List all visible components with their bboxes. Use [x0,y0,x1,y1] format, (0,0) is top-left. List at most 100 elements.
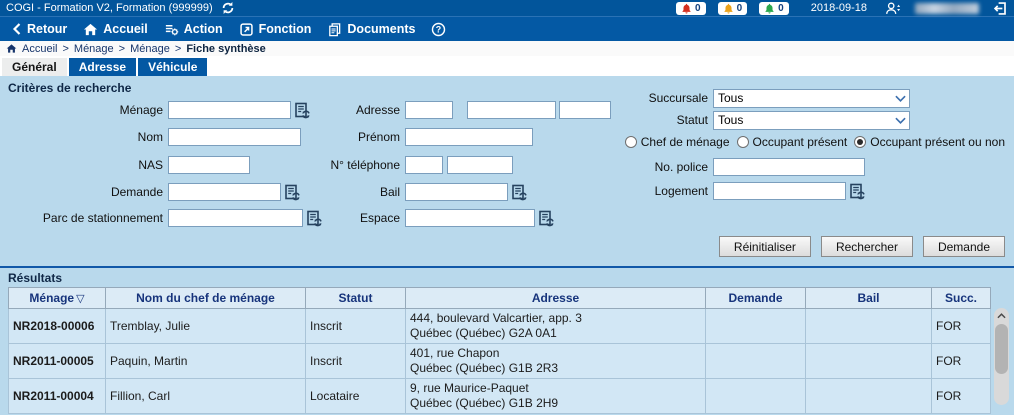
adresse-cell: 9, rue Maurice-Paquet Québec (Québec) G1… [406,379,706,414]
radio-circle [737,136,749,148]
refresh-icon[interactable] [221,1,235,15]
results-area: Ménage▽ Nom du chef de ménage Statut Adr… [0,285,1014,414]
radio-circle [625,136,637,148]
prenom-label: Prénom [250,130,400,144]
adresse-no-input[interactable] [405,101,453,119]
logout-icon[interactable] [993,1,1008,16]
username-redacted [915,3,979,14]
radio-occupant-present-ou-non[interactable]: Occupant présent ou non [854,135,1005,149]
breadcrumb: Accueil > Ménage > Ménage > Fiche synthè… [0,41,1014,56]
col-header-adresse[interactable]: Adresse [406,288,706,309]
demande-cell [706,309,806,344]
nav-action[interactable]: Action [156,22,231,37]
scroll-up-icon[interactable] [994,308,1009,324]
reset-button[interactable]: Réinitialiser [719,236,811,257]
statut-cell: Inscrit [306,344,406,379]
table-row[interactable]: NR2011-00005 Paquin, Martin Inscrit 401,… [9,344,991,379]
succ-cell: FOR [932,344,991,379]
radio-chef-de-menage[interactable]: Chef de ménage [625,135,730,149]
breadcrumb-separator: > [62,43,68,55]
menage-link[interactable]: NR2011-00004 [9,379,106,414]
chevron-down-icon [895,117,906,124]
nas-input[interactable] [168,156,250,174]
nav-retour[interactable]: Retour [4,22,75,36]
nas-label: NAS [8,158,163,172]
tab-general[interactable]: Général [2,58,67,76]
alert-badge-yellow[interactable]: 0 [718,2,748,15]
adresse-rue-input[interactable] [467,101,556,119]
col-header-statut[interactable]: Statut [306,288,406,309]
logement-input[interactable] [713,182,846,200]
vertical-scrollbar[interactable] [994,308,1009,405]
breadcrumb-current: Fiche synthèse [186,43,265,55]
current-date: 2018-09-18 [811,2,867,14]
statut-label: Statut [550,113,708,127]
logement-label: Logement [550,184,708,198]
succursale-value: Tous [718,91,743,105]
tab-adresse[interactable]: Adresse [69,58,136,76]
menage-label: Ménage [8,103,163,117]
parc-label: Parc de stationnement [8,211,163,225]
results-table: Ménage▽ Nom du chef de ménage Statut Adr… [8,287,991,414]
alert-count-red: 0 [695,3,701,14]
nav-help[interactable]: ? [423,22,454,37]
succursale-select[interactable]: Tous [713,89,910,108]
results-header-row: Ménage▽ Nom du chef de ménage Statut Adr… [9,288,991,309]
espace-lookup-icon[interactable] [538,210,555,227]
documents-icon [327,22,342,37]
police-label: No. police [550,160,708,174]
table-row[interactable]: NR2018-00006 Tremblay, Julie Inscrit 444… [9,309,991,344]
radio-label: Chef de ménage [641,135,730,149]
breadcrumb-item[interactable]: Ménage [74,43,114,55]
col-header-nom[interactable]: Nom du chef de ménage [106,288,306,309]
svg-text:?: ? [436,24,441,34]
breadcrumb-item[interactable]: Accueil [22,43,57,55]
police-input[interactable] [713,158,865,176]
nav-bar: Retour Accueil Action Fonction [0,16,1014,41]
breadcrumb-item[interactable]: Ménage [130,43,170,55]
nav-accueil[interactable]: Accueil [75,22,155,37]
bail-input[interactable] [405,183,508,201]
alert-badge-red[interactable]: 0 [676,2,706,15]
adresse-cell: 444, boulevard Valcartier, app. 3 Québec… [406,309,706,344]
nav-fonction-label: Fonction [259,22,312,36]
scrollbar-thumb[interactable] [995,324,1008,374]
nav-fonction[interactable]: Fonction [231,22,320,37]
menage-link[interactable]: NR2018-00006 [9,309,106,344]
nav-retour-label: Retour [27,22,67,36]
nom-cell: Fillion, Carl [106,379,306,414]
table-row[interactable]: NR2011-00004 Fillion, Carl Locataire 9, … [9,379,991,414]
menage-link[interactable]: NR2011-00005 [9,344,106,379]
col-header-menage[interactable]: Ménage▽ [9,288,106,309]
col-header-demande[interactable]: Demande [706,288,806,309]
nav-action-label: Action [184,22,223,36]
app-title: COGI - Formation V2, Formation (999999) [6,2,213,14]
tab-vehicule[interactable]: Véhicule [138,58,207,76]
bail-label: Bail [250,185,400,199]
statut-select[interactable]: Tous [713,111,910,130]
adresse-label: Adresse [250,103,400,117]
bail-cell [806,379,932,414]
occupant-radio-group: Chef de ménage Occupant présent Occupant… [625,132,1005,152]
espace-input[interactable] [405,209,535,227]
demande-button[interactable]: Demande [923,236,1005,257]
radio-label: Occupant présent ou non [870,135,1005,149]
telephone-numero-input[interactable] [447,156,513,174]
nav-accueil-label: Accueil [103,22,147,36]
title-bar: COGI - Formation V2, Formation (999999) … [0,0,1014,16]
help-icon: ? [431,22,446,37]
alert-badge-green[interactable]: 0 [759,2,789,15]
statut-cell: Inscrit [306,309,406,344]
logement-lookup-icon[interactable] [849,183,866,200]
nav-documents[interactable]: Documents [319,22,423,37]
succ-cell: FOR [932,309,991,344]
search-button[interactable]: Rechercher [821,236,913,257]
col-header-succ[interactable]: Succ. [932,288,991,309]
radio-occupant-present[interactable]: Occupant présent [737,135,848,149]
col-header-bail[interactable]: Bail [806,288,932,309]
user-switch-icon[interactable] [885,1,901,16]
telephone-indicatif-input[interactable] [405,156,443,174]
prenom-input[interactable] [405,128,533,146]
bail-lookup-icon[interactable] [511,184,528,201]
sort-desc-icon: ▽ [76,293,84,305]
